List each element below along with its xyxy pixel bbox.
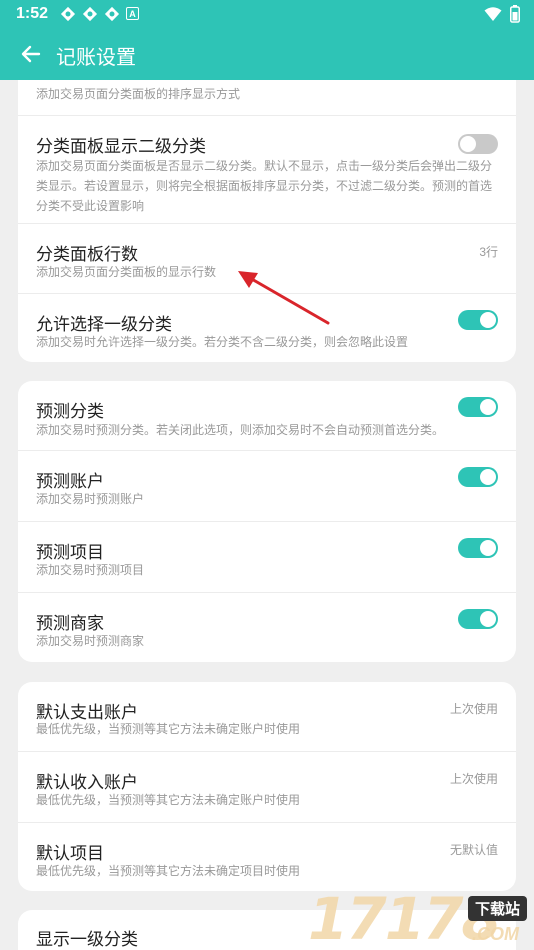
setting-value: 上次使用 [449, 702, 498, 716]
predict-category-toggle[interactable] [458, 397, 498, 417]
predict-merchant-toggle[interactable] [458, 609, 498, 629]
toggle-knob [480, 312, 496, 328]
settings-row-predict-account[interactable]: 预测账户 添加交易时预测账户 [18, 451, 516, 522]
setting-description: 添加交易时预测账户 [36, 492, 145, 506]
setting-description: 添加交易时预测项目 [36, 563, 145, 577]
app-notification-icon [104, 6, 120, 22]
red-arrow-annotation [238, 271, 330, 325]
show-subcategories-toggle[interactable] [458, 134, 498, 154]
settings-list[interactable]: 添加交易页面分类面板的排序显示方式 分类面板显示二级分类 添加交易页面分类面板是… [0, 80, 534, 950]
settings-row-show-subcategories[interactable]: 分类面板显示二级分类 添加交易页面分类面板是否显示二级分类。默认不显示，点击一级… [18, 116, 516, 224]
page-title: 记账设置 [56, 47, 136, 69]
battery-icon [510, 5, 520, 28]
site-watermark: 17178 下载站 .COM [308, 888, 534, 950]
prediction-settings-card: 预测分类 添加交易时预测分类。若关闭此选项，则添加交易时不会自动预测首选分类。 … [18, 381, 516, 662]
setting-title: 显示一级分类 [36, 930, 138, 949]
settings-row-predict-project[interactable]: 预测项目 添加交易时预测项目 [18, 522, 516, 593]
wifi-icon [484, 6, 502, 27]
setting-description: 添加交易时预测商家 [36, 634, 145, 648]
setting-description: 添加交易页面分类面板的排序显示方式 [36, 87, 241, 101]
badge-a-icon: A [126, 7, 139, 20]
predict-account-toggle[interactable] [458, 467, 498, 487]
settings-row-default-project[interactable]: 默认项目 无默认值 最低优先级，当预测等其它方法未确定项目时使用 [18, 823, 516, 891]
toggle-knob [480, 399, 496, 415]
settings-row-default-income-account[interactable]: 默认收入账户 上次使用 最低优先级，当预测等其它方法未确定账户时使用 [18, 752, 516, 823]
setting-value: 3行 [479, 245, 498, 259]
setting-description: 最低优先级，当预测等其它方法未确定项目时使用 [36, 864, 301, 878]
setting-description: 添加交易时预测分类。若关闭此选项，则添加交易时不会自动预测首选分类。 [36, 423, 445, 437]
settings-row-predict-category[interactable]: 预测分类 添加交易时预测分类。若关闭此选项，则添加交易时不会自动预测首选分类。 [18, 381, 516, 451]
badge-a-label: A [129, 8, 136, 19]
setting-description: 最低优先级，当预测等其它方法未确定账户时使用 [36, 722, 301, 736]
setting-description: 添加交易时允许选择一级分类。若分类不含二级分类，则会忽略此设置 [36, 335, 409, 349]
toggle-knob [460, 136, 476, 152]
settings-row-panel-sort[interactable]: 添加交易页面分类面板的排序显示方式 [18, 80, 516, 116]
setting-title: 分类面板显示二级分类 [36, 137, 206, 156]
toggle-knob [480, 469, 496, 485]
status-bar: 1:52 A [0, 0, 534, 28]
status-right-icons [484, 5, 520, 28]
predict-project-toggle[interactable] [458, 538, 498, 558]
settings-row-default-expense-account[interactable]: 默认支出账户 上次使用 最低优先级，当预测等其它方法未确定账户时使用 [18, 682, 516, 752]
app-notification-icon [82, 6, 98, 22]
status-notification-icons: A [60, 6, 139, 22]
setting-value: 上次使用 [449, 772, 498, 786]
status-time: 1:52 [16, 5, 49, 22]
toggle-knob [480, 540, 496, 556]
setting-description: 添加交易页面分类面板是否显示二级分类。默认不显示，点击一级分类后会弹出二级分类显… [36, 159, 493, 213]
toggle-knob [480, 611, 496, 627]
arrow-left-icon[interactable] [18, 41, 44, 67]
setting-title: 预测分类 [36, 402, 104, 421]
watermark-domain: .COM [472, 924, 519, 944]
setting-description: 最低优先级，当预测等其它方法未确定账户时使用 [36, 793, 301, 807]
watermark-badge: 下载站 [468, 896, 528, 921]
allow-first-level-toggle[interactable] [458, 310, 498, 330]
app-notification-icon [60, 6, 76, 22]
app-bar: 记账设置 [0, 28, 534, 80]
setting-value: 无默认值 [449, 843, 498, 857]
default-values-card: 默认支出账户 上次使用 最低优先级，当预测等其它方法未确定账户时使用 默认收入账… [18, 682, 516, 891]
settings-row-predict-merchant[interactable]: 预测商家 添加交易时预测商家 [18, 593, 516, 662]
